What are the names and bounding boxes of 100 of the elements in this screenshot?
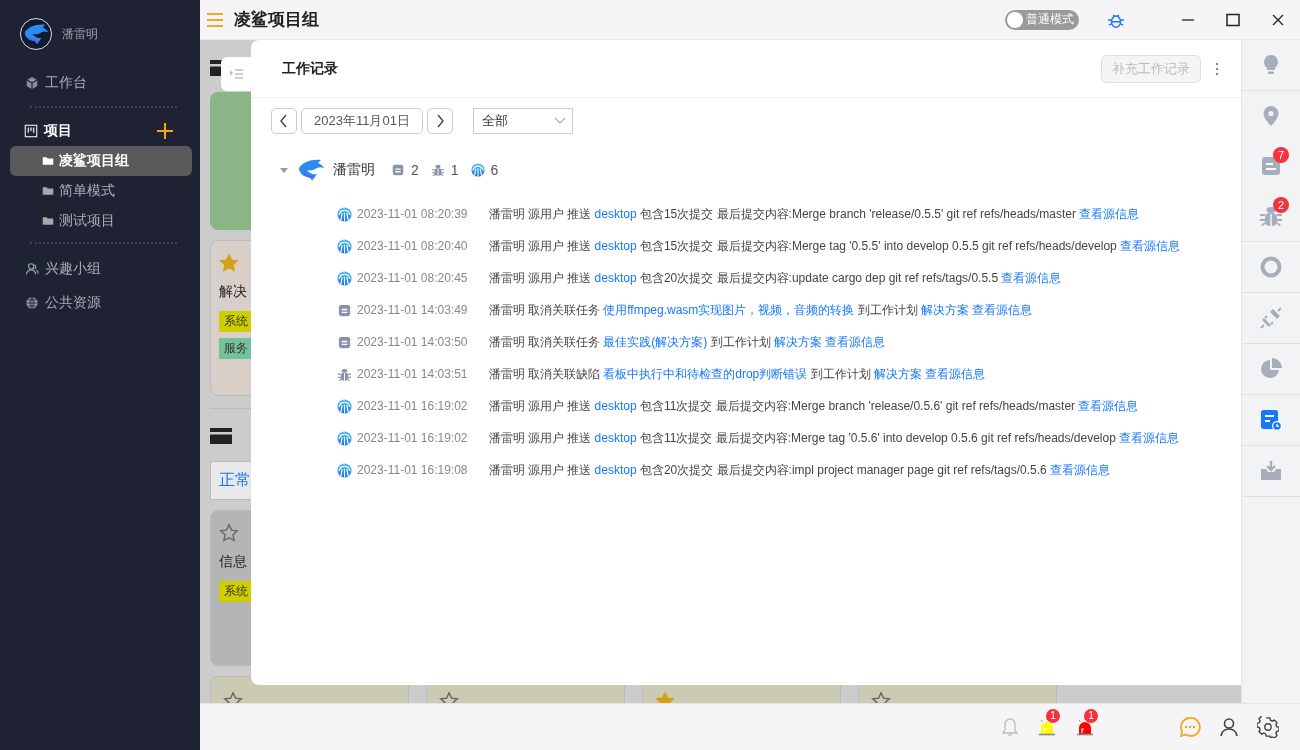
log-link[interactable]: 查看源信息 xyxy=(1050,462,1111,477)
badge: 7 xyxy=(1273,147,1289,163)
project-item[interactable]: 测试项目 xyxy=(10,206,192,236)
arch-icon xyxy=(337,238,352,254)
filter-select[interactable]: 全部 xyxy=(472,108,573,134)
sidebar-item[interactable]: 兴趣小组 xyxy=(10,252,192,286)
count-text: 6 xyxy=(490,162,499,178)
badge: 2 xyxy=(1273,197,1289,213)
log-link[interactable]: 看板中执行中和待检查的drop判断错误 xyxy=(603,366,808,381)
arch-icon xyxy=(337,270,352,286)
log-link[interactable]: desktop xyxy=(594,398,637,413)
log-link[interactable]: 最佳实践(解决方案) xyxy=(603,334,708,349)
ring-icon[interactable] xyxy=(1259,255,1283,279)
log-link[interactable]: desktop xyxy=(594,206,637,221)
log-text: 潘雷明 源用户 推送 desktop 包含15次提交 最后提交内容:Merge tag '0.5.5' into develop 0.5.5 git ref refs/heads/develop 查看源信息 xyxy=(488,237,1181,255)
log-text: 潘雷明 源用户 推送 desktop 包含15次提交 最后提交内容:Merge branch 'release/0.5.5' git ref refs/heads/master 查看源信息 xyxy=(488,205,1140,223)
maximize-icon[interactable] xyxy=(1225,11,1241,28)
log-time: 2023-11-01 08:20:45 xyxy=(357,271,468,285)
mode-toggle[interactable]: 普通模式 xyxy=(1005,9,1079,30)
log-link[interactable]: 查看源信息 xyxy=(1079,206,1140,221)
log-link[interactable]: 使用ffmpeg.wasm实现图片，视频，音频的转换 xyxy=(603,302,855,317)
globe-icon xyxy=(25,296,39,310)
arch-icon xyxy=(337,206,352,222)
log-link[interactable]: 查看源信息 xyxy=(1120,238,1181,253)
sidebar-item[interactable]: 工作台 xyxy=(10,66,192,100)
card-title: 信息 xyxy=(219,553,247,571)
user-name: 潘雷明 xyxy=(333,161,375,179)
date-field[interactable]: 2023年11月01日 xyxy=(301,108,423,134)
project-item[interactable]: 凌鲨项目组 xyxy=(10,146,192,176)
log-text: 潘雷明 源用户 推送 desktop 包含11次提交 最后提交内容:Merge tag '0.5.6' into develop 0.5.6 git ref refs/heads/develop 查看源信息 xyxy=(488,429,1180,447)
note-icon xyxy=(337,302,352,318)
avatar-icon xyxy=(20,18,52,50)
folder-icon xyxy=(42,155,54,167)
log-link[interactable]: 查看源信息 xyxy=(925,366,986,381)
chevron-down-icon xyxy=(553,117,566,125)
box-icon xyxy=(25,76,39,90)
log-link[interactable]: 查看源信息 xyxy=(1119,430,1180,445)
user-icon[interactable] xyxy=(1219,717,1239,737)
arch-icon xyxy=(337,398,352,414)
card-icon xyxy=(210,428,232,444)
log-link[interactable]: 查看源信息 xyxy=(1078,398,1139,413)
log-link[interactable]: 解决方案 xyxy=(773,334,822,349)
folder-icon xyxy=(42,215,54,227)
caret-down-icon[interactable] xyxy=(279,165,289,175)
arch-icon xyxy=(337,462,352,478)
log-link[interactable]: desktop xyxy=(594,270,637,285)
tab[interactable]: 正常 xyxy=(219,470,251,491)
log-time: 2023-11-01 14:03:51 xyxy=(357,367,468,381)
note-icon xyxy=(337,334,352,350)
section-title: 项目 xyxy=(24,122,72,140)
tag: 服务 xyxy=(219,338,253,359)
schedule-icon[interactable] xyxy=(1259,408,1283,432)
count-text: 2 xyxy=(411,162,419,178)
log-time: 2023-11-01 08:20:39 xyxy=(357,207,468,221)
log-time: 2023-11-01 14:03:49 xyxy=(357,303,468,317)
log-text: 潘雷明 源用户 推送 desktop 包含20次提交 最后提交内容:update cargo dep git ref refs/tags/0.5.5 查看源信息 xyxy=(488,269,1062,287)
log-text: 潘雷明 源用户 推送 desktop 包含20次提交 最后提交内容:impl project manager page git ref refs/tags/0.5.6 查看源信息 xyxy=(488,461,1111,479)
note-icon xyxy=(391,163,405,177)
previous-button[interactable] xyxy=(271,108,297,134)
folder-icon xyxy=(42,185,54,197)
log-time: 2023-11-01 08:20:40 xyxy=(357,239,468,253)
log-time: 2023-11-01 14:03:50 xyxy=(357,335,468,349)
arch-icon xyxy=(470,163,485,177)
dialog-title: 工作记录 xyxy=(282,59,339,78)
board-icon xyxy=(24,124,38,138)
log-text: 潘雷明 源用户 推送 desktop 包含11次提交 最后提交内容:Merge branch 'release/0.5.6' git ref refs/heads/master 查看源信息 xyxy=(488,397,1139,415)
log-link[interactable]: 解决方案 xyxy=(921,302,970,317)
card-title: 解决 xyxy=(219,283,247,301)
log-text: 潘雷明 取消关联任务 使用ffmpeg.wasm实现图片，视频，音频的转换 到工作计划 解决方案 查看源信息 xyxy=(488,301,1033,319)
count-text: 1 xyxy=(450,162,459,178)
more-icon[interactable] xyxy=(1215,61,1219,76)
chevron-right-icon xyxy=(434,114,445,128)
log-time: 2023-11-01 16:19:08 xyxy=(357,463,468,477)
chevron-left-icon xyxy=(279,114,289,128)
next-button[interactable] xyxy=(426,108,453,134)
log-time: 2023-11-01 16:19:02 xyxy=(357,431,468,445)
log-link[interactable]: 查看源信息 xyxy=(1001,270,1062,285)
log-link[interactable]: 查看源信息 xyxy=(972,302,1033,317)
page-title: 凌鲨项目组 xyxy=(234,9,319,31)
log-link[interactable]: 解决方案 xyxy=(873,366,922,381)
add-icon[interactable] xyxy=(156,122,174,140)
log-text: 潘雷明 取消关联缺陷 看板中执行中和待检查的drop判断错误 到工作计划 解决方案 查看源信息 xyxy=(488,365,986,383)
bug-icon xyxy=(337,366,352,382)
badge: 1 xyxy=(1084,709,1098,723)
pie-chart-icon[interactable] xyxy=(1259,357,1283,381)
log-link[interactable]: desktop xyxy=(594,430,637,445)
log-link[interactable]: desktop xyxy=(594,238,637,253)
sidebar-item[interactable]: 公共资源 xyxy=(10,286,192,320)
tag: 系统 xyxy=(219,581,253,602)
log-time: 2023-11-01 16:19:02 xyxy=(357,399,468,413)
bug-icon xyxy=(430,163,445,177)
user-name: 潘雷明 xyxy=(62,25,98,43)
plug-icon[interactable] xyxy=(1259,306,1283,330)
log-link[interactable]: desktop xyxy=(594,462,637,477)
log-link[interactable]: 查看源信息 xyxy=(825,334,886,349)
log-text: 潘雷明 取消关联任务 最佳实践(解决方案) 到工作计划 解决方案 查看源信息 xyxy=(488,333,886,351)
download-box-icon[interactable] xyxy=(1259,459,1283,483)
people-icon xyxy=(25,262,39,276)
settings-icon[interactable] xyxy=(1257,716,1279,738)
project-item[interactable]: 简单模式 xyxy=(10,176,192,206)
